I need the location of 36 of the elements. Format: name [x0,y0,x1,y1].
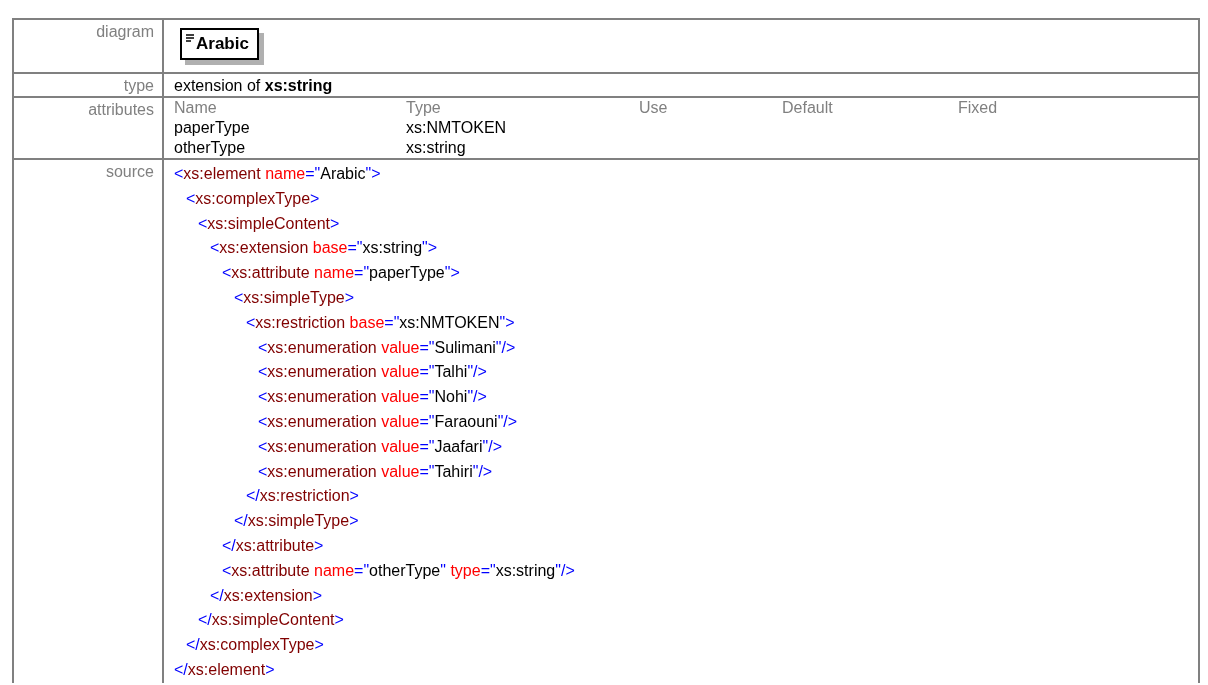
row-label: source [14,158,164,683]
code-line: <xs:restriction base="xs:NMTOKEN"> [245,312,516,333]
column-header: Type [406,98,442,118]
column-header: Use [639,98,669,118]
code-line: <xs:enumeration value="Talhi"/> [257,362,488,383]
column-header: Fixed [958,98,999,118]
code-line: <xs:enumeration value="Nohi"/> [257,387,488,408]
element-icon [186,34,194,43]
table-cell-text: otherType [174,138,247,158]
code-line: </xs:element> [174,659,276,680]
code-line: <xs:enumeration value="Jaafari"/> [257,436,503,457]
code-line: <xs:attribute name="otherType" type="xs:string"/> [221,560,576,581]
type-text: extension of xs:string [174,77,333,94]
row-label: diagram [14,20,164,72]
code-line: <xs:enumeration value="Faraouni"/> [257,411,519,432]
row-label: attributes [14,96,164,158]
code-line: </xs:simpleContent> [197,610,345,631]
code-line: </xs:restriction> [245,486,360,507]
code-line: </xs:attribute> [221,535,325,556]
table-cell-text: xs:string [406,138,467,158]
code-line: <xs:enumeration value="Sulimani"/> [257,337,517,358]
code-line: <xs:extension base="xs:string"> [209,238,439,259]
code-line: <xs:attribute name="paperType"> [221,263,461,284]
code-line: </xs:extension> [209,585,324,606]
code-line: <xs:element name="Arabic"> [174,164,382,184]
code-line: </xs:simpleType> [233,511,360,532]
code-line: <xs:simpleType> [233,288,356,308]
row-label: type [14,72,164,96]
code-line: <xs:complexType> [185,188,321,209]
code-line: <xs:enumeration value="Tahiri"/> [257,461,494,482]
code-line: </xs:complexType> [185,635,325,656]
table-cell-text: paperType [174,118,251,138]
column-header: Default [782,98,834,118]
column-header: Name [174,98,218,118]
code-line: <xs:simpleContent> [197,213,341,234]
table-cell-text: xs:NMTOKEN [406,118,508,138]
